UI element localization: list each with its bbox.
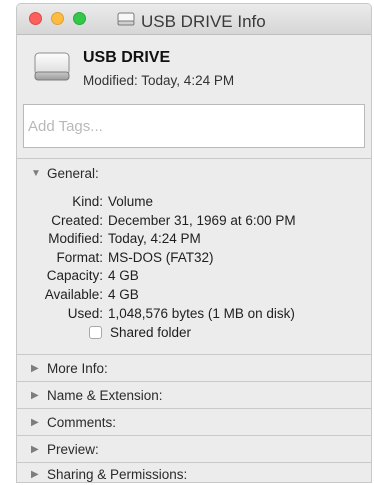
general-info: Kind: Volume Created: December 31, 1969 … (17, 193, 371, 323)
triangle-right-icon[interactable]: ▶ (31, 444, 41, 455)
minimize-button-icon[interactable] (51, 12, 64, 25)
divider (17, 354, 371, 355)
tags-input[interactable] (23, 104, 365, 148)
section-label: Comments: (47, 415, 117, 430)
section-label: More Info: (47, 361, 108, 376)
info-value: MS-DOS (FAT32) (108, 249, 214, 265)
section-general[interactable]: ▼ General: (31, 166, 99, 181)
section-preview[interactable]: ▶ Preview: (31, 442, 99, 457)
section-general-label: General: (47, 166, 99, 181)
info-value: 4 GB (108, 286, 139, 302)
info-row-modified: Modified: Today, 4:24 PM (17, 230, 371, 249)
info-key: Capacity: (46, 268, 103, 284)
window-title: USB DRIVE Info (141, 11, 266, 31)
info-value: Volume (108, 194, 154, 209)
info-row-format: Format: MS-DOS (FAT32) (17, 249, 371, 268)
triangle-right-icon[interactable]: ▶ (31, 469, 41, 480)
close-button-icon[interactable] (29, 12, 42, 25)
divider (17, 408, 371, 409)
info-value: 4 GB (108, 268, 139, 284)
info-key: Created: (51, 212, 103, 228)
item-header: USB DRIVE Modified: Today, 4:24 PM (17, 35, 371, 97)
info-key: Modified: (48, 231, 103, 247)
window-title-group: USB DRIVE Info (117, 10, 266, 33)
info-row-kind: Kind: Volume (17, 193, 371, 212)
divider (17, 158, 371, 159)
info-key: Kind: (72, 194, 103, 209)
info-row-created: Created: December 31, 1969 at 6:00 PM (17, 212, 371, 231)
divider (17, 381, 371, 382)
usb-drive-small-icon (117, 10, 135, 33)
section-label: Name & Extension: (47, 388, 163, 403)
info-row-available: Available: 4 GB (17, 286, 371, 305)
section-sharing-permissions[interactable]: ▶ Sharing & Permissions: (31, 467, 187, 482)
window-controls (29, 12, 86, 25)
section-more-info[interactable]: ▶ More Info: (31, 361, 108, 376)
info-key: Used: (67, 305, 103, 321)
info-value: 1,048,576 bytes (1 MB on disk) (108, 305, 295, 321)
shared-folder-label: Shared folder (110, 325, 192, 340)
triangle-down-icon[interactable]: ▼ (31, 168, 41, 179)
info-value: December 31, 1969 at 6:00 PM (108, 212, 296, 228)
section-label: Preview: (47, 442, 99, 457)
zoom-button-icon[interactable] (73, 12, 86, 25)
info-value: Today, 4:24 PM (108, 231, 201, 247)
title-bar[interactable]: USB DRIVE Info (17, 4, 371, 35)
section-comments[interactable]: ▶ Comments: (31, 415, 116, 430)
drive-name: USB DRIVE (83, 49, 171, 66)
triangle-right-icon[interactable]: ▶ (31, 417, 41, 428)
divider (17, 435, 371, 436)
section-label: Sharing & Permissions: (47, 467, 188, 482)
shared-folder-option[interactable]: Shared folder (89, 325, 191, 340)
usb-drive-icon (33, 47, 71, 90)
info-window: USB DRIVE Info USB DRIVE Modified: Today… (16, 3, 372, 483)
info-row-used: Used: 1,048,576 bytes (1 MB on disk) (17, 305, 371, 324)
section-name-extension[interactable]: ▶ Name & Extension: (31, 388, 163, 403)
triangle-right-icon[interactable]: ▶ (31, 390, 41, 401)
info-key: Format: (56, 249, 103, 265)
triangle-right-icon[interactable]: ▶ (31, 363, 41, 374)
divider (17, 462, 371, 463)
shared-folder-checkbox[interactable] (89, 326, 102, 339)
drive-modified: Modified: Today, 4:24 PM (83, 73, 235, 88)
info-key: Available: (44, 286, 103, 302)
info-row-capacity: Capacity: 4 GB (17, 267, 371, 286)
